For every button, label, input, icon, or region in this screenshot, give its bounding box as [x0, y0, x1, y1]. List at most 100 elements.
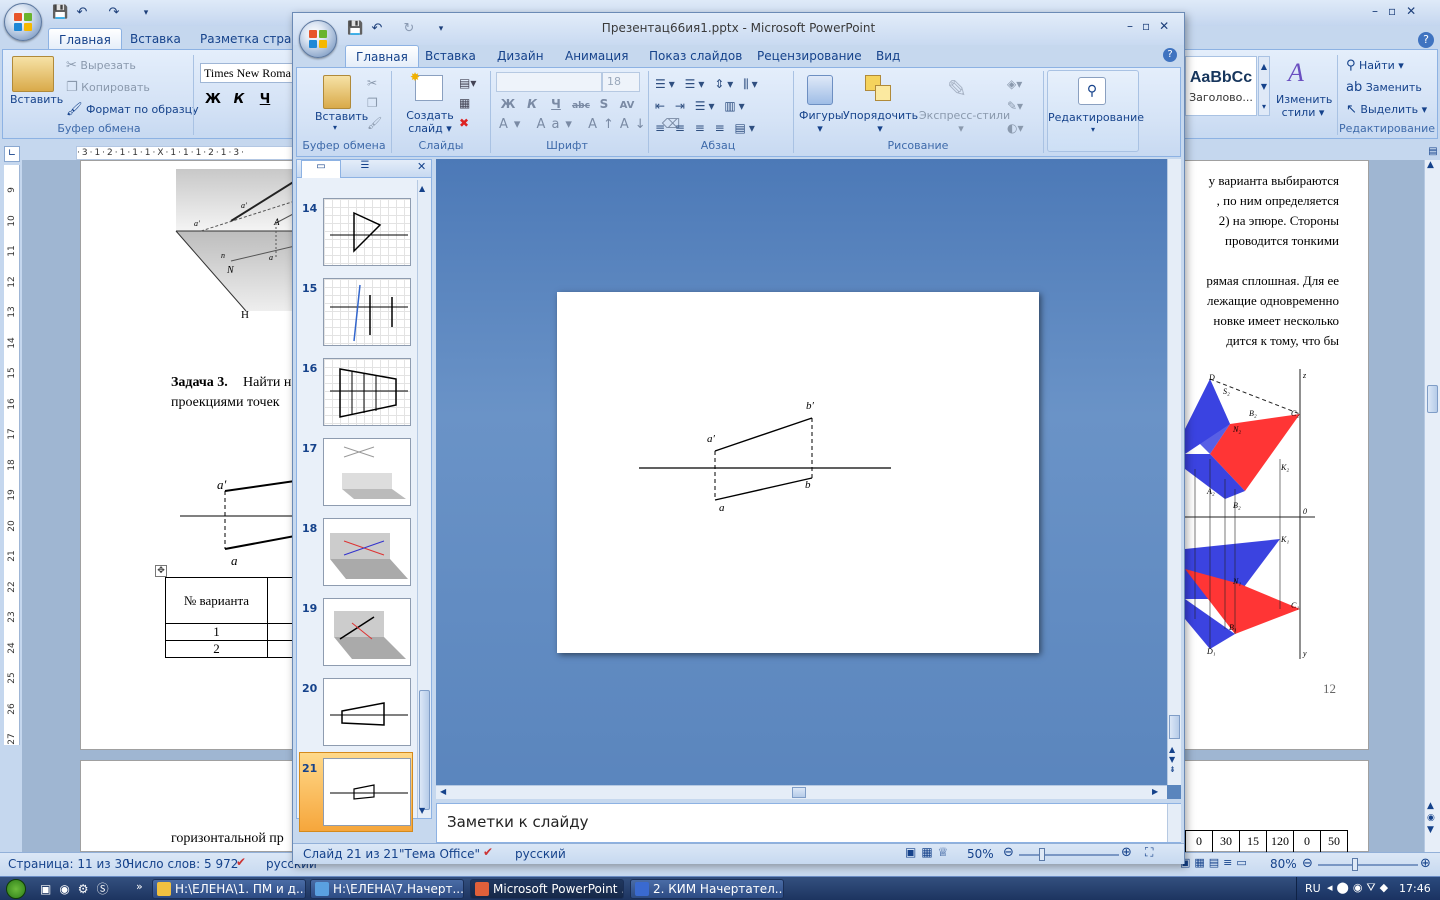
- word-window-controls[interactable]: –▫✕: [1372, 4, 1436, 20]
- taskbar-task[interactable]: Microsoft PowerPoint ...: [470, 879, 624, 899]
- tab-selector-icon[interactable]: ∟: [4, 146, 20, 162]
- word-zoom-slider[interactable]: [1318, 864, 1418, 866]
- slide-thumbnail[interactable]: [323, 198, 411, 266]
- change-styles-button[interactable]: Изменить стили ▾: [1276, 93, 1332, 119]
- word-office-button[interactable]: [4, 3, 42, 41]
- ppt-editing-group[interactable]: ⚲ Редактирование ▾: [1047, 70, 1144, 152]
- ppt-help-icon[interactable]: ?: [1163, 48, 1177, 62]
- new-slide-button[interactable]: Создать слайд ▾: [405, 109, 455, 135]
- current-slide[interactable]: a′ b′ a b: [557, 292, 1039, 653]
- slide-label-b[interactable]: b: [805, 479, 811, 491]
- taskbar-task[interactable]: H:\ЕЛЕНА\1. ПМ и д...: [152, 879, 306, 899]
- qat-dropdown-icon[interactable]: ▾: [138, 5, 154, 21]
- shapes-button[interactable]: Фигуры ▾: [799, 109, 844, 135]
- shape-fill-buttons[interactable]: ◈▾ ✎▾ ◐▾: [1007, 73, 1024, 139]
- slide-thumbnail[interactable]: [323, 598, 411, 666]
- language-indicator[interactable]: RU: [1305, 882, 1321, 895]
- ppt-paragraph-buttons[interactable]: ☰▾ ☰▾ ⇕▾ ⫼▾ ⇤ ⇥ ☰▾ ▥▾ ≡ ≡ ≡ ≡ ▤▾: [655, 73, 761, 139]
- ppt-tab-review[interactable]: Рецензирование: [747, 45, 872, 67]
- slides-tab-icon[interactable]: ▭: [301, 160, 341, 178]
- word-status-page[interactable]: Страница: 11 из 30: [8, 857, 130, 871]
- help-icon[interactable]: ?: [1418, 32, 1434, 48]
- prev-next-slide-icons[interactable]: ▲ ▼ ⇟: [1169, 745, 1176, 775]
- word-format-painter-button[interactable]: 🖌 Формат по образцу: [66, 102, 199, 118]
- scroll-right-icon[interactable]: ▶: [1152, 787, 1158, 796]
- notes-scrollbar[interactable]: [1167, 804, 1181, 842]
- word-status-words[interactable]: Число слов: 5 972: [126, 857, 238, 871]
- word-bold-button[interactable]: Ж: [200, 92, 226, 107]
- ppt-bold-button[interactable]: Ж: [496, 97, 520, 111]
- slide-horizontal-scrollbar[interactable]: ◀ ▶: [436, 785, 1167, 799]
- slide-thumbnail[interactable]: [323, 278, 411, 346]
- redo-icon[interactable]: ↷: [106, 5, 122, 21]
- arrange-button[interactable]: Упорядочить ▾: [843, 109, 918, 135]
- close-pane-icon[interactable]: ✕: [417, 160, 426, 173]
- undo-icon[interactable]: ↶: [74, 5, 90, 21]
- scroll-up-icon[interactable]: ▲: [419, 184, 425, 193]
- word-underline-button[interactable]: Ч: [252, 92, 278, 107]
- notes-pane[interactable]: Заметки к слайду: [436, 803, 1181, 843]
- word-italic-button[interactable]: К: [226, 92, 252, 107]
- word-find-button[interactable]: ⚲ Найти ▾: [1346, 58, 1404, 74]
- outline-tab-icon[interactable]: ☰: [345, 160, 385, 178]
- word-copy-button[interactable]: ❐ Копировать: [66, 80, 150, 96]
- word-zoom-thumb[interactable]: [1352, 858, 1358, 871]
- start-button[interactable]: [6, 879, 26, 899]
- spellcheck-icon[interactable]: ✔: [483, 845, 493, 859]
- word-style-gallery-item[interactable]: AaBbCc Заголово...: [1185, 56, 1257, 116]
- ppt-shadow-button[interactable]: S: [594, 97, 614, 111]
- notes-placeholder[interactable]: Заметки к слайду: [447, 813, 589, 831]
- ppt-paste-dropdown-icon[interactable]: ▾: [333, 123, 337, 132]
- ppt-tab-design[interactable]: Дизайн: [487, 45, 554, 67]
- slides-small-icons[interactable]: ▤▾ ▦ ✖: [459, 73, 476, 133]
- ppt-paste-icon[interactable]: [323, 75, 351, 109]
- taskbar-task[interactable]: 2. КИМ Начертател...: [630, 879, 784, 899]
- ppt-underline-button[interactable]: Ч: [544, 97, 568, 111]
- slides-scroll-thumb[interactable]: [419, 690, 430, 810]
- slide-label-b-prime[interactable]: b′: [806, 400, 814, 412]
- word-select-button[interactable]: ↖ Выделить ▾: [1346, 102, 1427, 118]
- ppt-tab-slideshow[interactable]: Показ слайдов: [639, 45, 752, 67]
- ppt-clipboard-small-icons[interactable]: ✂ ❐ 🖌: [367, 73, 382, 133]
- slide-label-a-prime[interactable]: a′: [707, 433, 715, 445]
- quick-launch-icons[interactable]: ▣◉⚙Ⓢ: [40, 880, 117, 897]
- word-vertical-ruler[interactable]: 9 10 11 12 13 14 15 16 17 18 19 20 21 22 23 24 25 26 27: [4, 165, 20, 745]
- ppt-zoom-out-icon[interactable]: ⊖: [1003, 845, 1014, 860]
- word-view-buttons[interactable]: ▣▦▤≡▭: [1180, 856, 1251, 869]
- slide-thumbnail[interactable]: [323, 438, 411, 506]
- table-move-handle-icon[interactable]: ✥: [155, 565, 167, 577]
- ppt-spacing-button[interactable]: AV: [614, 100, 640, 111]
- ppt-font-size-field[interactable]: 18: [602, 72, 640, 92]
- word-tab-home[interactable]: Главная: [48, 28, 122, 50]
- word-font-name-field[interactable]: Times New Roma: [200, 63, 294, 83]
- slide-scroll-thumb[interactable]: [1169, 715, 1180, 739]
- slide-thumbnail[interactable]: [323, 518, 411, 586]
- ppt-status-theme[interactable]: "Тема Office": [399, 847, 480, 861]
- word-tab-insert[interactable]: Вставка: [120, 28, 191, 50]
- save-icon[interactable]: 💾: [52, 5, 68, 21]
- ppt-tab-home[interactable]: Главная: [345, 45, 419, 67]
- ppt-zoom-thumb[interactable]: [1039, 848, 1045, 861]
- style-gallery-scroll[interactable]: ▲ ▼ ▾: [1258, 56, 1270, 116]
- new-slide-icon[interactable]: ✸: [410, 70, 443, 101]
- ppt-tab-insert[interactable]: Вставка: [415, 45, 486, 67]
- clock[interactable]: 17:46: [1399, 882, 1431, 895]
- ppt-view-buttons[interactable]: ▣▦♕: [905, 845, 953, 859]
- slide-thumbnail[interactable]: [323, 678, 411, 746]
- quick-styles-button[interactable]: Экспресс-стили ▾: [919, 109, 1010, 135]
- view-ruler-icon[interactable]: ▤: [1426, 146, 1440, 160]
- scroll-down-icon[interactable]: ▼: [419, 806, 425, 815]
- ppt-strike-button[interactable]: abc: [568, 101, 594, 111]
- slide-hscroll-thumb[interactable]: [792, 787, 806, 798]
- ppt-tab-animation[interactable]: Анимация: [555, 45, 638, 67]
- scroll-page-icon[interactable]: ▲ ◉ ▼: [1427, 800, 1435, 836]
- ppt-paste-label[interactable]: Вставить: [315, 110, 368, 123]
- quick-launch-more-icon[interactable]: »: [136, 880, 143, 893]
- word-zoom-level[interactable]: 80%: [1270, 857, 1297, 871]
- ppt-zoom-level[interactable]: 50%: [967, 847, 994, 861]
- slide-thumbnail[interactable]: [323, 358, 411, 426]
- word-replace-button[interactable]: ab Заменить: [1346, 80, 1422, 96]
- slide-label-a[interactable]: a: [719, 502, 725, 514]
- word-paste-label[interactable]: Вставить: [10, 93, 63, 106]
- scroll-left-icon[interactable]: ◀: [440, 787, 446, 796]
